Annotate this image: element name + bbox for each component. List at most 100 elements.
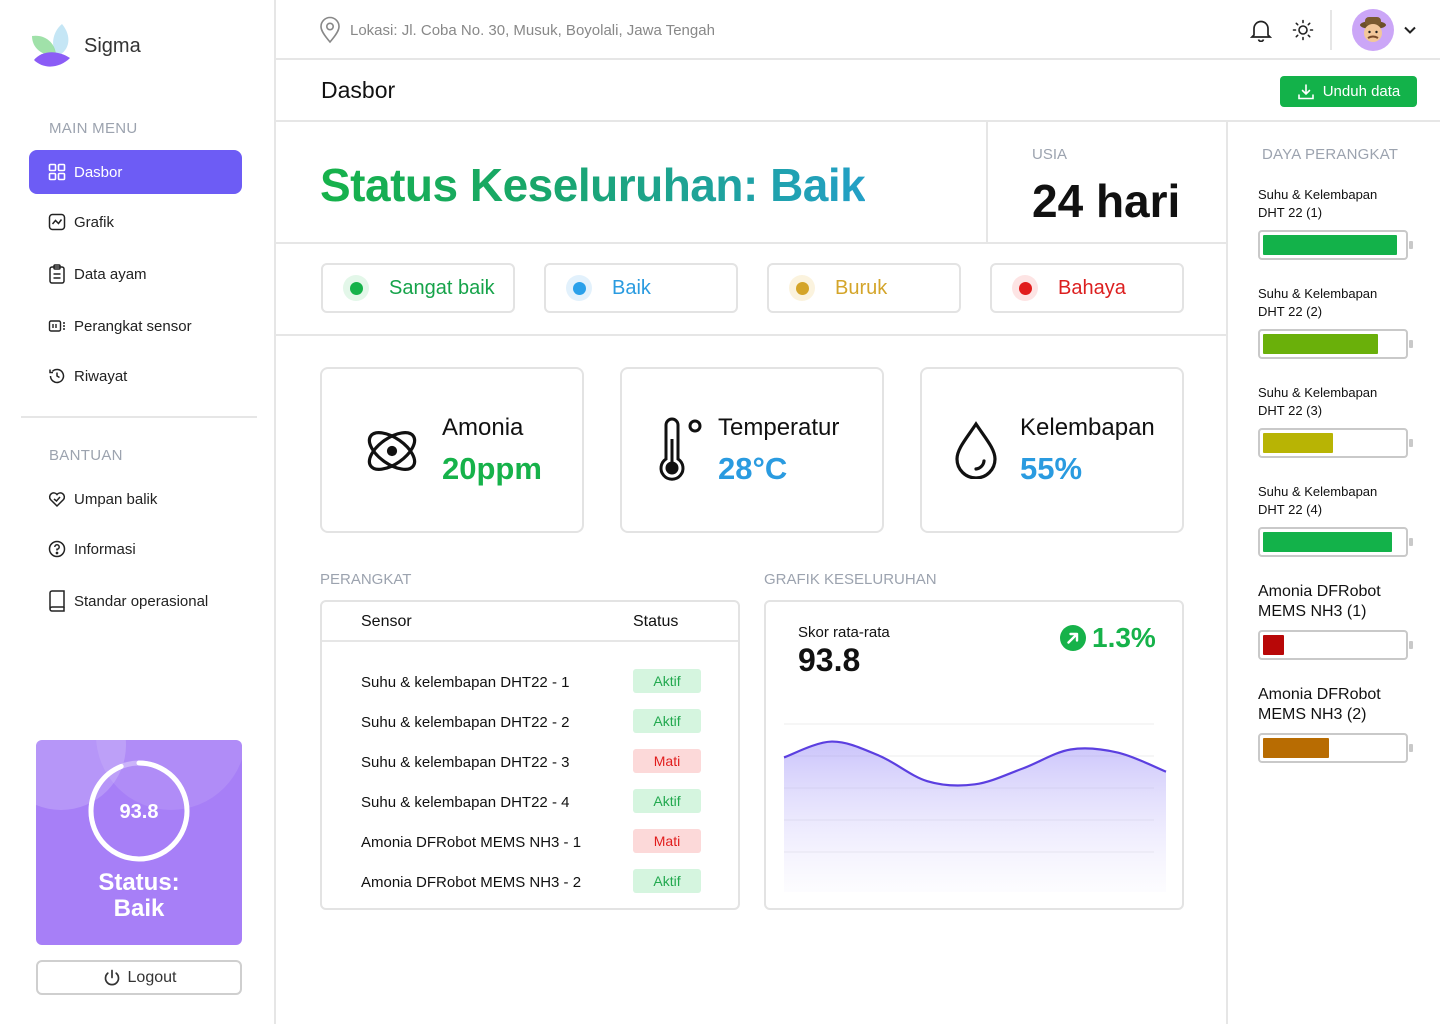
sidebar-item-label: Standar operasional bbox=[74, 592, 209, 610]
main-menu-label: MAIN MENU bbox=[49, 120, 138, 137]
help-label: BANTUAN bbox=[49, 447, 123, 464]
sensor-name: Suhu & kelembapan DHT22 - 1 bbox=[361, 674, 570, 691]
device-name-line1: Suhu & Kelembapan bbox=[1258, 385, 1378, 400]
legend-label: Sangat baik bbox=[389, 276, 495, 299]
legend-baik[interactable]: Baik bbox=[544, 263, 738, 313]
sidebar-item-riwayat[interactable]: Riwayat bbox=[29, 354, 242, 398]
age-box: USIA 24 hari bbox=[986, 122, 1226, 244]
thermometer-icon bbox=[659, 417, 702, 481]
status-legend: Sangat baik Baik Buruk Bahaya bbox=[276, 244, 1226, 336]
device-name-line2: DHT 22 (4) bbox=[1258, 502, 1323, 517]
avatar-face-icon bbox=[1360, 17, 1386, 42]
clipboard-icon bbox=[48, 264, 66, 284]
battery-fill bbox=[1263, 532, 1392, 552]
metric-value: 28°C bbox=[718, 451, 788, 486]
sidebar-item-dasbor[interactable]: Dasbor bbox=[29, 150, 242, 194]
download-button[interactable]: Unduh data bbox=[1280, 76, 1417, 107]
location: Lokasi: Jl. Coba No. 30, Musuk, Boyolali… bbox=[318, 16, 715, 44]
sidebar-item-label: Data ayam bbox=[74, 265, 147, 283]
sensor-name: Amonia DFRobot MEMS NH3 - 1 bbox=[361, 834, 582, 851]
metric-card-kelembapan: Kelembapan 55% bbox=[920, 367, 1184, 533]
sidebar-item-grafik[interactable]: Grafik bbox=[29, 200, 242, 244]
device-name-line2: DHT 22 (1) bbox=[1258, 205, 1323, 220]
column-header-sensor: Sensor bbox=[361, 613, 412, 630]
sidebar-item-standar-operasional[interactable]: Standar operasional bbox=[29, 579, 242, 623]
device-name-line1: Amonia DFRobot bbox=[1258, 686, 1381, 703]
legend-dot-wrap bbox=[1012, 275, 1038, 301]
device-power-item: Suhu & Kelembapan DHT 22 (2) bbox=[1258, 285, 1438, 359]
sidebar-item-label: Umpan balik bbox=[74, 490, 158, 508]
battery-indicator bbox=[1258, 428, 1413, 458]
overall-status: Status Keseluruhan: Baik USIA 24 hari bbox=[276, 122, 1226, 244]
overall-chart-card: Skor rata-rata 93.8 1.3% bbox=[764, 600, 1184, 910]
logout-button[interactable]: Logout bbox=[36, 960, 242, 995]
table-row: Suhu & kelembapan DHT22 - 3 Mati bbox=[322, 744, 738, 784]
sidebar-item-label: Perangkat sensor bbox=[74, 317, 192, 335]
battery-nub bbox=[1409, 241, 1413, 249]
legend-label: Bahaya bbox=[1058, 276, 1126, 299]
question-icon bbox=[48, 540, 66, 558]
metric-value: 20ppm bbox=[442, 451, 542, 486]
status-badge: Mati bbox=[633, 749, 701, 773]
battery-indicator bbox=[1258, 630, 1413, 660]
app-logo[interactable]: Sigma bbox=[28, 22, 141, 70]
sidebar-item-umpan-balik[interactable]: Umpan balik bbox=[29, 477, 242, 521]
download-label: Unduh data bbox=[1322, 83, 1401, 100]
status-badge: Aktif bbox=[633, 669, 701, 693]
metric-label: Kelembapan bbox=[1020, 414, 1155, 441]
battery-indicator bbox=[1258, 230, 1413, 260]
chevron-down-icon bbox=[1404, 26, 1416, 34]
account-menu-toggle[interactable] bbox=[1402, 22, 1418, 43]
device-power-item: Suhu & Kelembapan DHT 22 (4) bbox=[1258, 483, 1438, 557]
metric-label: Temperatur bbox=[718, 414, 840, 441]
legend-bahaya[interactable]: Bahaya bbox=[990, 263, 1184, 313]
status-badge: Aktif bbox=[633, 869, 701, 893]
avatar[interactable] bbox=[1352, 9, 1394, 51]
metric-card-temperatur: Temperatur 28°C bbox=[620, 367, 884, 533]
power-icon bbox=[104, 969, 119, 985]
battery-nub bbox=[1409, 340, 1413, 348]
legend-dot bbox=[795, 281, 809, 295]
legend-dot-wrap bbox=[789, 275, 815, 301]
battery-nub bbox=[1409, 439, 1413, 447]
legend-sangat-baik[interactable]: Sangat baik bbox=[321, 263, 515, 313]
sidebar-item-perangkat-sensor[interactable]: Perangkat sensor bbox=[29, 304, 242, 348]
score-status: Status: Baik bbox=[36, 870, 242, 922]
devices-section-label: PERANGKAT bbox=[320, 571, 412, 588]
age-value: 24 hari bbox=[1032, 175, 1181, 227]
sensor-name: Amonia DFRobot MEMS NH3 - 2 bbox=[361, 874, 582, 891]
droplet-icon bbox=[955, 421, 997, 479]
top-bar: Lokasi: Jl. Coba No. 30, Musuk, Boyolali… bbox=[276, 0, 1440, 60]
table-header: Sensor Status bbox=[322, 602, 738, 642]
device-name-line1: Suhu & Kelembapan bbox=[1258, 286, 1378, 301]
device-name-line2: DHT 22 (2) bbox=[1258, 304, 1323, 319]
area-chart bbox=[783, 723, 1167, 892]
chart-area bbox=[784, 741, 1166, 892]
sidebar-item-informasi[interactable]: Informasi bbox=[29, 527, 242, 571]
score-status-line2: Baik bbox=[113, 895, 165, 922]
sidebar-item-data-ayam[interactable]: Data ayam bbox=[29, 252, 242, 296]
battery-nub bbox=[1409, 641, 1413, 649]
battery-nub bbox=[1409, 744, 1413, 752]
battery-fill bbox=[1263, 738, 1329, 758]
metric-card-amonia: Amonia 20ppm bbox=[320, 367, 584, 533]
status-badge: Mati bbox=[633, 829, 701, 853]
atom-icon bbox=[367, 431, 417, 471]
legend-buruk[interactable]: Buruk bbox=[767, 263, 961, 313]
history-icon bbox=[48, 367, 66, 385]
theme-toggle[interactable] bbox=[1292, 19, 1314, 46]
app-name: Sigma bbox=[84, 34, 141, 57]
battery-fill bbox=[1263, 433, 1333, 453]
page-header: Dasbor Unduh data bbox=[276, 60, 1440, 122]
sidebar-item-label: Riwayat bbox=[74, 367, 128, 385]
battery-indicator bbox=[1258, 733, 1413, 763]
table-row: Suhu & kelembapan DHT22 - 1 Aktif bbox=[322, 664, 738, 704]
device-name-line2: DHT 22 (3) bbox=[1258, 403, 1323, 418]
battery-indicator bbox=[1258, 329, 1413, 359]
battery-fill bbox=[1263, 635, 1284, 655]
legend-dot-wrap bbox=[343, 275, 369, 301]
device-icon bbox=[48, 317, 66, 335]
location-text: Lokasi: Jl. Coba No. 30, Musuk, Boyolali… bbox=[350, 21, 715, 39]
status-badge: Aktif bbox=[633, 709, 701, 733]
notification-button[interactable] bbox=[1249, 18, 1273, 47]
